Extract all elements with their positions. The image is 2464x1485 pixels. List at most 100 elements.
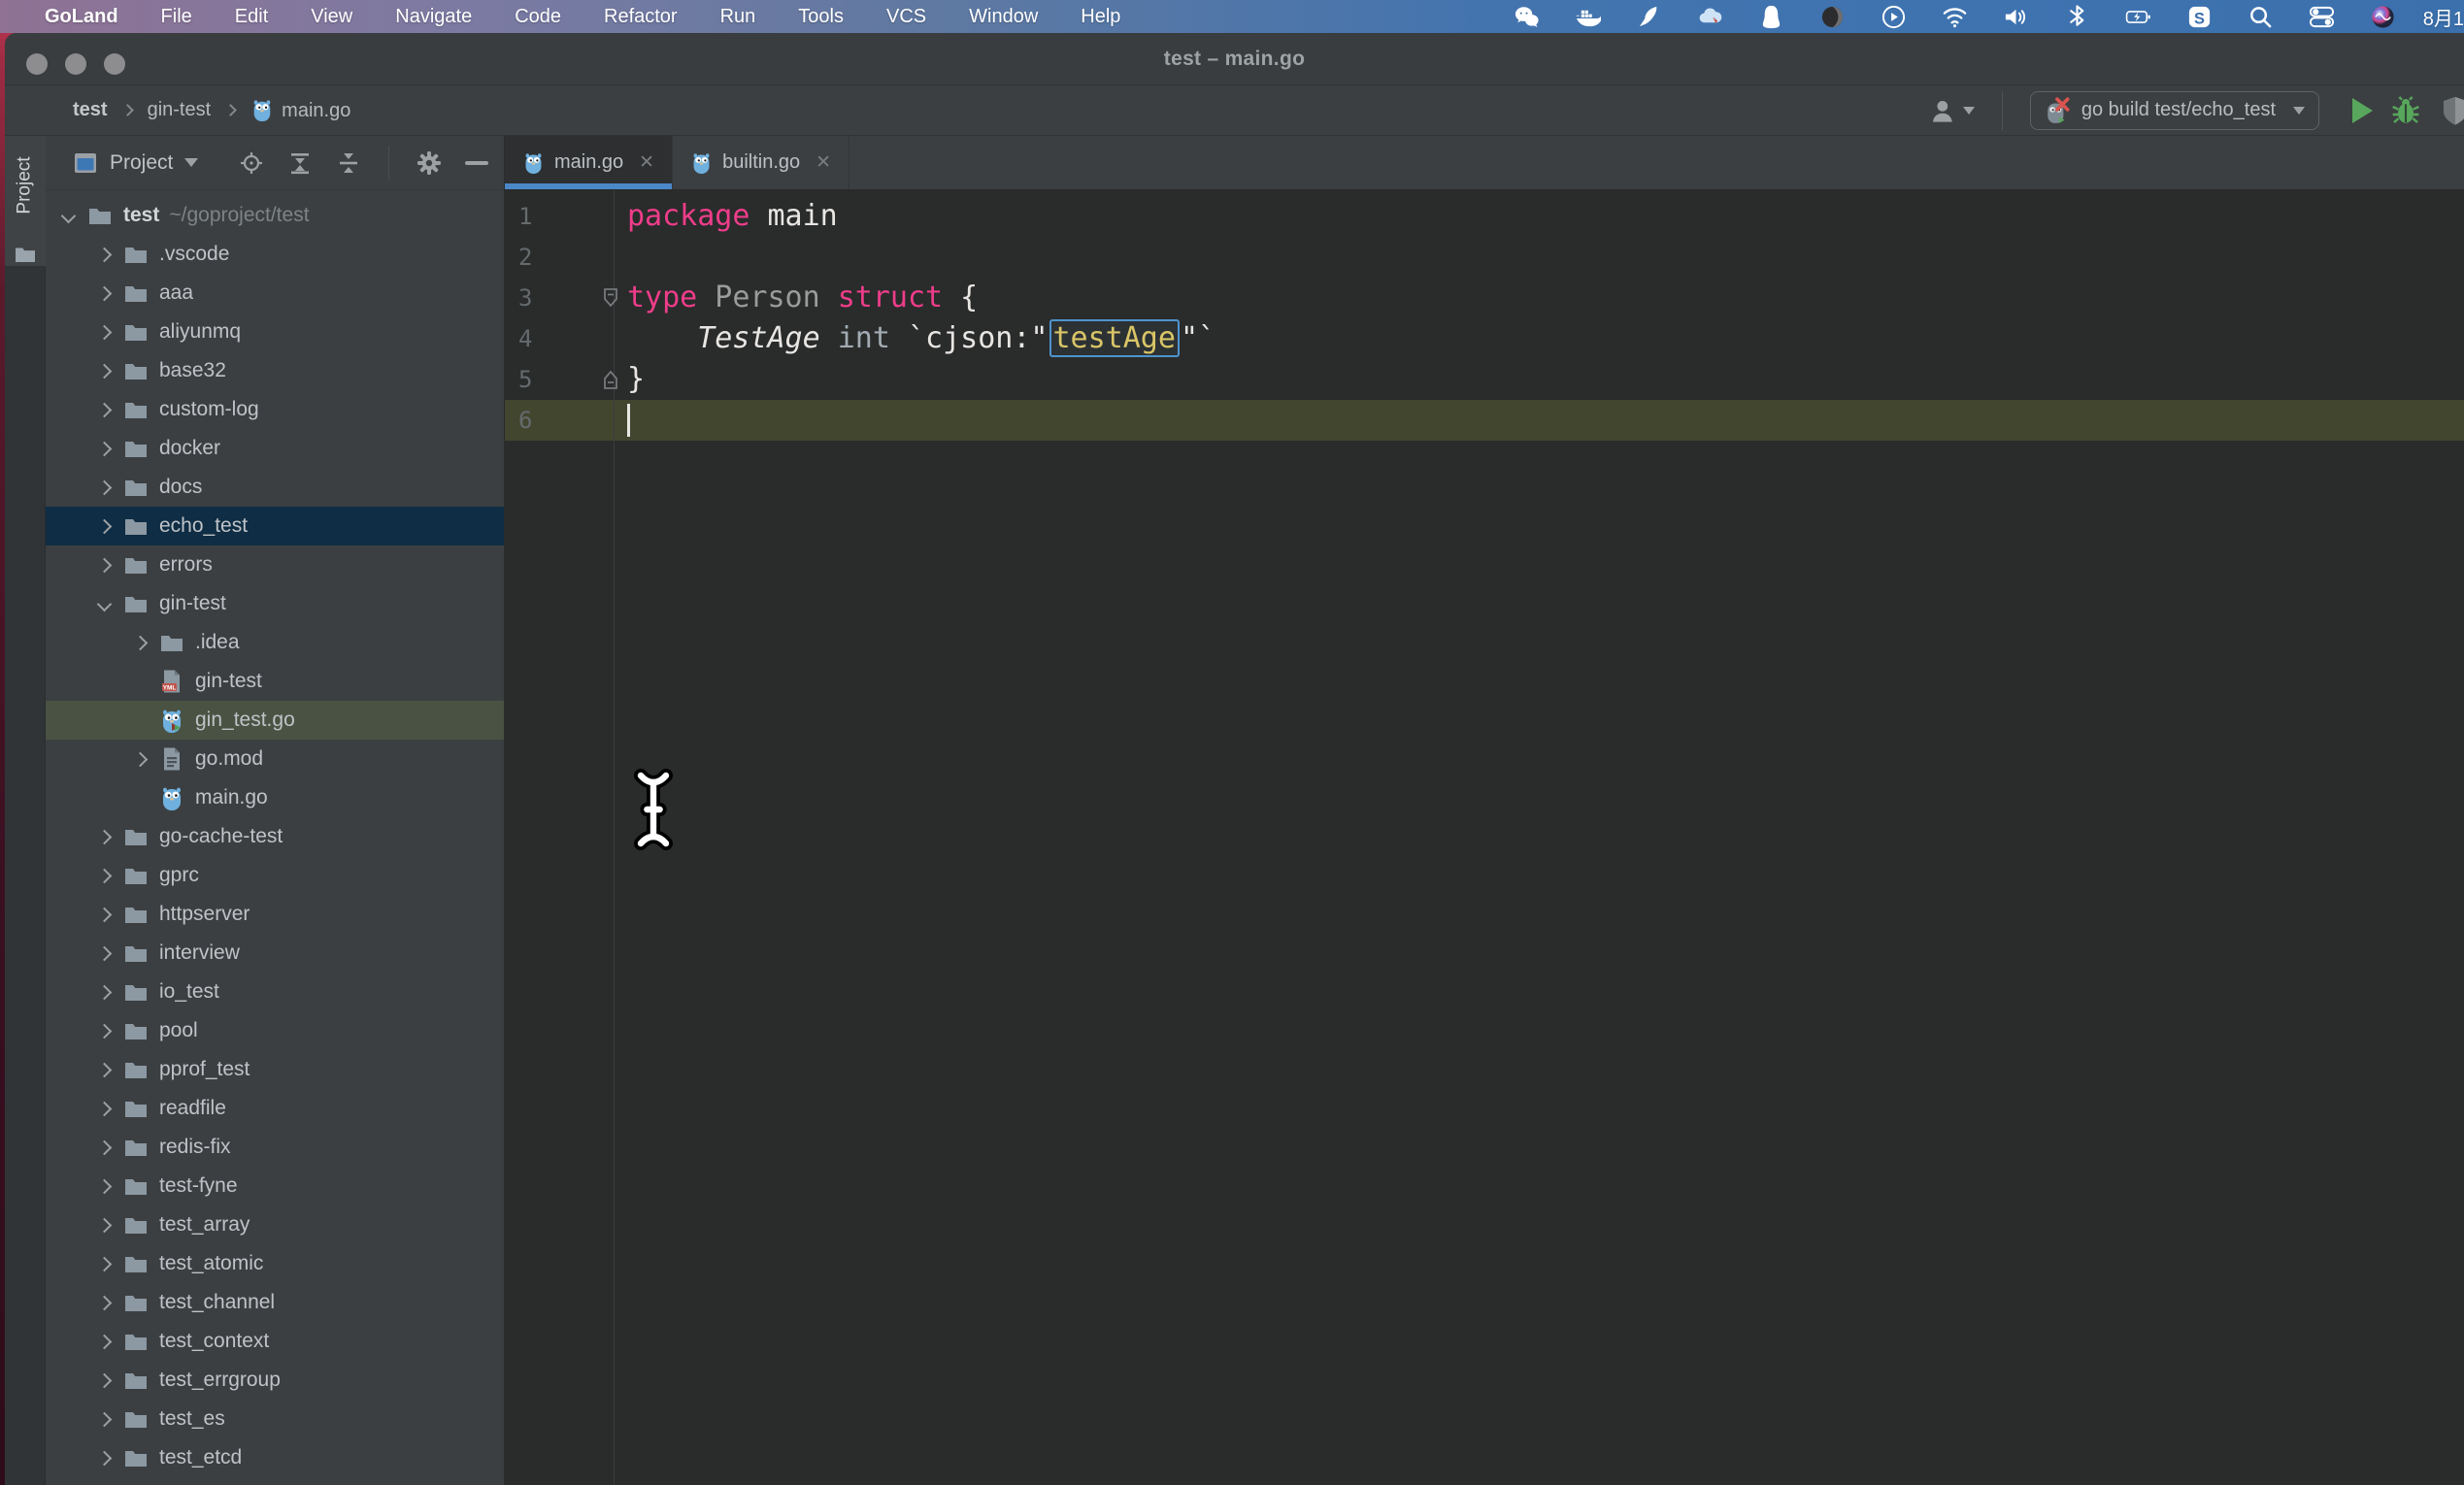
chevron-right-icon[interactable] bbox=[96, 1062, 113, 1077]
tree-item-gin-test[interactable]: YML gin-test bbox=[46, 662, 504, 701]
chevron-right-icon[interactable] bbox=[96, 518, 113, 534]
chevron-right-icon[interactable] bbox=[96, 363, 113, 379]
chevron-right-icon[interactable] bbox=[96, 984, 113, 1000]
chevron-right-icon[interactable] bbox=[96, 868, 113, 883]
breadcrumb-item-gin-test[interactable]: gin-test bbox=[148, 99, 212, 121]
chevron-right-icon[interactable] bbox=[96, 402, 113, 417]
code-line-5[interactable]: 5} bbox=[505, 359, 2464, 400]
menubar-app-name[interactable]: GoLand bbox=[45, 6, 118, 28]
tree-item-readfile[interactable]: readfile bbox=[46, 1089, 504, 1128]
code-area[interactable]: 1 package main 2 3 type Person struct {4 Tes… bbox=[505, 190, 2464, 1485]
code-line-6[interactable]: 6 bbox=[505, 400, 2464, 441]
menu-run[interactable]: Run bbox=[720, 6, 756, 28]
editor-tab-main-go[interactable]: main.go ✕ bbox=[505, 136, 674, 189]
tree-item--idea[interactable]: .idea bbox=[46, 623, 504, 662]
tree-item-io_test[interactable]: io_test bbox=[46, 973, 504, 1011]
coverage-button[interactable] bbox=[2439, 94, 2464, 127]
editor-tab-builtin-go[interactable]: builtin.go ✕ bbox=[673, 136, 850, 189]
chevron-right-icon[interactable] bbox=[96, 1217, 113, 1233]
collapse-all-icon[interactable] bbox=[336, 150, 361, 176]
tree-item-go-mod[interactable]: go.mod bbox=[46, 740, 504, 778]
close-icon[interactable]: ✕ bbox=[639, 151, 654, 174]
fold-marker-icon[interactable] bbox=[598, 367, 623, 392]
tree-item-errors[interactable]: errors bbox=[46, 545, 504, 584]
chevron-right-icon[interactable] bbox=[96, 479, 113, 495]
chevron-right-icon[interactable] bbox=[96, 1139, 113, 1155]
cloud-icon[interactable] bbox=[1697, 4, 1723, 30]
tree-item-test_es[interactable]: test_es bbox=[46, 1400, 504, 1438]
tree-item-aaa[interactable]: aaa bbox=[46, 274, 504, 313]
close-icon[interactable]: ✕ bbox=[816, 151, 831, 174]
tree-item-test_etcd[interactable]: test_etcd bbox=[46, 1438, 504, 1477]
tree-item-httpserver[interactable]: httpserver bbox=[46, 895, 504, 934]
chevron-right-icon[interactable] bbox=[96, 907, 113, 922]
menu-edit[interactable]: Edit bbox=[235, 6, 268, 28]
code-line-4[interactable]: 4 TestAge int `cjson:" testAge "` bbox=[505, 318, 2464, 359]
tree-item-main-go[interactable]: main.go bbox=[46, 778, 504, 817]
tree-item-aliyunmq[interactable]: aliyunmq bbox=[46, 313, 504, 351]
menu-view[interactable]: View bbox=[311, 6, 352, 28]
user-menu-button[interactable] bbox=[1930, 97, 1975, 124]
tree-item-custom-log[interactable]: custom-log bbox=[46, 390, 504, 429]
breadcrumb-item-test[interactable]: test bbox=[73, 99, 108, 121]
chevron-down-icon[interactable] bbox=[184, 158, 199, 167]
hide-icon[interactable] bbox=[465, 160, 489, 165]
menu-refactor[interactable]: Refactor bbox=[604, 6, 678, 28]
code-line-2[interactable]: 2 bbox=[505, 237, 2464, 278]
chevron-down-icon[interactable] bbox=[96, 596, 113, 611]
breadcrumb-item-main-go[interactable]: main.go bbox=[250, 98, 350, 122]
menu-help[interactable]: Help bbox=[1081, 6, 1120, 28]
tree-item-interview[interactable]: interview bbox=[46, 934, 504, 973]
menu-window[interactable]: Window bbox=[969, 6, 1038, 28]
menu-vcs[interactable]: VCS bbox=[886, 6, 926, 28]
menu-tools[interactable]: Tools bbox=[798, 6, 844, 28]
chevron-right-icon[interactable] bbox=[96, 1101, 113, 1116]
tree-item-pprof_test[interactable]: pprof_test bbox=[46, 1050, 504, 1089]
tree-item-go-cache-test[interactable]: go-cache-test bbox=[46, 817, 504, 856]
menu-code[interactable]: Code bbox=[515, 6, 561, 28]
control-center-icon[interactable] bbox=[2309, 4, 2335, 30]
tree-item-gprc[interactable]: gprc bbox=[46, 856, 504, 895]
recorder-icon[interactable] bbox=[1819, 4, 1846, 30]
chevron-right-icon[interactable] bbox=[96, 1411, 113, 1427]
chevron-right-icon[interactable] bbox=[96, 557, 113, 573]
tree-item-gin-test[interactable]: gin-test bbox=[46, 584, 504, 623]
tree-item-docs[interactable]: docs bbox=[46, 468, 504, 507]
debug-button[interactable] bbox=[2390, 95, 2421, 126]
project-panel-title[interactable]: Project bbox=[110, 151, 173, 175]
gear-icon[interactable] bbox=[416, 150, 442, 176]
chevron-right-icon[interactable] bbox=[96, 1372, 113, 1388]
chevron-right-icon[interactable] bbox=[96, 247, 113, 262]
penguin-icon[interactable] bbox=[1758, 4, 1784, 30]
tree-item-base32[interactable]: base32 bbox=[46, 351, 504, 390]
tree-item-pool[interactable]: pool bbox=[46, 1011, 504, 1050]
expand-all-icon[interactable] bbox=[287, 150, 313, 176]
chevron-right-icon[interactable] bbox=[132, 751, 149, 767]
tree-item-test_context[interactable]: test_context bbox=[46, 1322, 504, 1361]
tree-item-gin_test-go[interactable]: gin_test.go bbox=[46, 701, 504, 740]
chevron-right-icon[interactable] bbox=[96, 441, 113, 456]
fold-marker-icon[interactable] bbox=[598, 285, 623, 311]
chevron-right-icon[interactable] bbox=[96, 285, 113, 301]
tree-item-redis-fix[interactable]: redis-fix bbox=[46, 1128, 504, 1167]
chevron-right-icon[interactable] bbox=[96, 1256, 113, 1271]
docker-icon[interactable] bbox=[1575, 4, 1601, 30]
tree-item-test_channel[interactable]: test_channel bbox=[46, 1283, 504, 1322]
menu-file[interactable]: File bbox=[161, 6, 192, 28]
tree-item-test_errgroup[interactable]: test_errgroup bbox=[46, 1361, 504, 1400]
battery-charging-icon[interactable] bbox=[2125, 4, 2151, 30]
window-titlebar[interactable]: test – main.go bbox=[5, 33, 2464, 85]
chevron-down-icon[interactable] bbox=[60, 208, 77, 223]
volume-icon[interactable] bbox=[2003, 4, 2029, 30]
run-button[interactable] bbox=[2352, 97, 2373, 123]
tree-item-test-fyne[interactable]: test-fyne bbox=[46, 1167, 504, 1205]
wechat-icon[interactable] bbox=[1514, 4, 1540, 30]
chevron-right-icon[interactable] bbox=[132, 635, 149, 650]
chevron-right-icon[interactable] bbox=[96, 1023, 113, 1039]
chevron-right-icon[interactable] bbox=[96, 324, 113, 340]
chevron-right-icon[interactable] bbox=[96, 945, 113, 961]
tree-item-test_array[interactable]: test_array bbox=[46, 1205, 504, 1244]
play-circle-icon[interactable] bbox=[1881, 4, 1907, 30]
tree-item-echo_test[interactable]: echo_test bbox=[46, 507, 504, 545]
tree-item-test_atomic[interactable]: test_atomic bbox=[46, 1244, 504, 1283]
